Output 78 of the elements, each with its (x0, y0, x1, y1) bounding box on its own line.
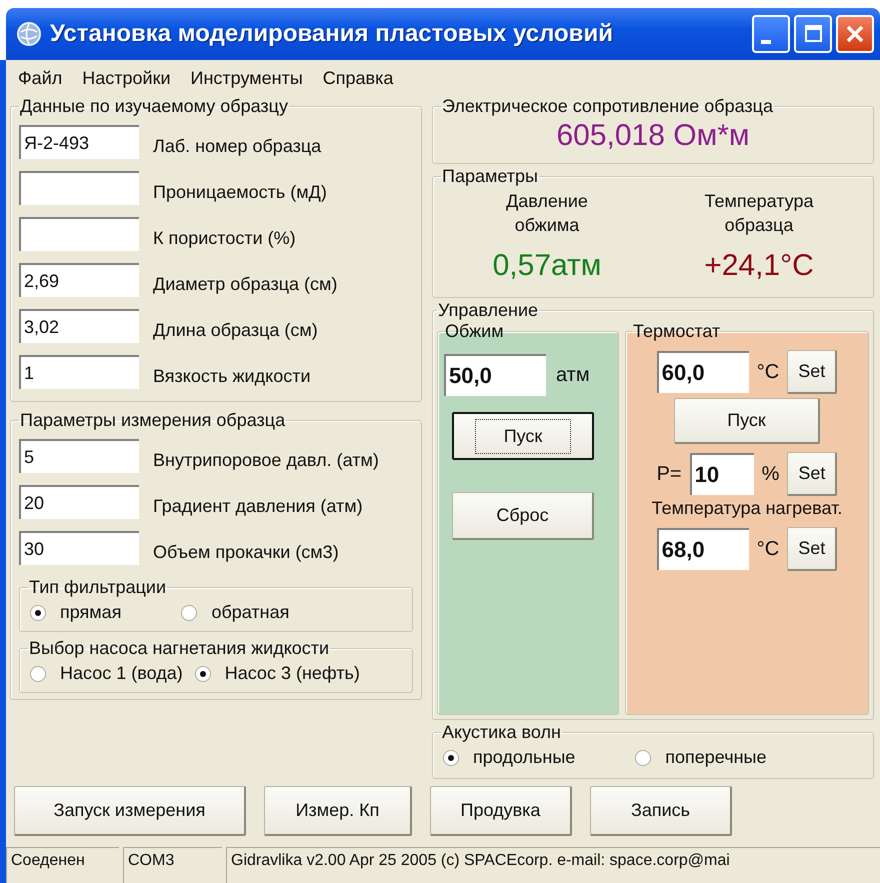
unit-label: °C (756, 360, 780, 384)
group-title: Данные по изучаемому образцу (19, 96, 289, 117)
push-button[interactable]: Измер. Кп (264, 786, 412, 836)
unit-label: °C (756, 538, 780, 560)
start-button[interactable]: Пуск (674, 398, 820, 444)
push-button[interactable]: Пуск (452, 412, 594, 460)
parameter-value: +24,1°C (704, 249, 814, 283)
radio-button[interactable] (30, 604, 46, 620)
menu-item[interactable]: Файл (18, 68, 62, 88)
radio-label: Насос 3 (нефть) (224, 663, 360, 684)
field-label: Вязкость жидкости (153, 364, 310, 386)
input-field[interactable]: 5 (19, 439, 139, 473)
set-button[interactable]: Set (787, 527, 838, 571)
field-label: Диаметр образца (см) (153, 272, 338, 294)
radio-label: обратная (211, 602, 290, 623)
push-button[interactable]: Запись (590, 786, 732, 836)
input-field[interactable]: 60,0 (656, 351, 749, 393)
close-button[interactable] (836, 15, 874, 53)
field-label: Градиент давления (атм) (153, 494, 363, 516)
status-panel: Соеденен (6, 847, 119, 883)
input-field[interactable] (19, 171, 139, 205)
radio-button[interactable] (30, 666, 46, 682)
input-field[interactable]: 3,02 (19, 309, 139, 343)
group-title: Параметры измерения образца (19, 410, 286, 431)
menu-item[interactable]: Настройки (82, 68, 171, 88)
group-title: Акустика волн (441, 722, 562, 743)
input-field[interactable]: 10 (690, 453, 754, 495)
radio-label: продольные (473, 747, 576, 768)
group-title: Выбор насоса нагнетания жидкости (28, 638, 330, 659)
window-title: Установка моделирования пластовых условий (50, 20, 614, 48)
field-label: Проницаемость (мД) (153, 180, 327, 202)
field-label: Внутрипоровое давл. (атм) (153, 448, 379, 470)
input-field[interactable]: 1 (19, 355, 139, 389)
input-field[interactable]: 30 (19, 531, 139, 565)
radio-label: Насос 1 (вода) (60, 663, 183, 684)
menu-item[interactable]: Справка (322, 68, 394, 88)
parameter-value: 0,57атм (492, 249, 602, 283)
field-label: Объем прокачки (см3) (153, 540, 339, 562)
radio-button[interactable] (635, 750, 652, 766)
radio-label: прямая (60, 602, 122, 623)
globe-icon (16, 21, 42, 47)
radio-button[interactable] (443, 750, 459, 766)
maximize-button[interactable] (794, 15, 832, 53)
menu-item[interactable]: Инструменты (190, 68, 303, 88)
input-field[interactable]: 2,69 (19, 263, 139, 297)
push-button[interactable]: Продувка (430, 786, 572, 836)
input-field[interactable]: 50,0 (444, 354, 546, 396)
set-button[interactable]: Set (787, 350, 838, 394)
field-label: К пористости (%) (153, 226, 296, 248)
group-title: Тип фильтрации (28, 577, 168, 598)
resistance-value: 605,018 Ом*м (555, 119, 751, 154)
minimize-button[interactable] (752, 15, 790, 53)
radio-button[interactable] (181, 604, 198, 620)
parameter-label: Давление обжима (505, 190, 589, 238)
set-button[interactable]: Set (787, 452, 838, 496)
radio-button[interactable] (194, 666, 211, 682)
group-title: Обжим (444, 321, 505, 342)
input-field[interactable]: 68,0 (656, 528, 749, 570)
minimize-icon (761, 40, 771, 44)
field-label: P= (656, 462, 682, 486)
push-button[interactable]: Сброс (452, 492, 594, 540)
group-title: Параметры (441, 166, 539, 187)
field-label: Лаб. номер образца (153, 134, 322, 156)
status-panel: COM3 (123, 847, 222, 883)
input-field[interactable] (19, 217, 139, 251)
field-label: Длина образца (см) (153, 318, 318, 340)
radio-label: поперечные (665, 747, 766, 768)
group-title: Электрическое сопротивление образца (441, 96, 774, 117)
unit-label: атм (556, 364, 590, 386)
unit-label: % (762, 462, 780, 486)
push-button[interactable]: Запуск измерения (14, 786, 246, 836)
input-field[interactable]: 20 (19, 485, 139, 519)
parameter-label: Температура образца (703, 190, 815, 238)
field-label: Температура нагреват. (652, 498, 842, 519)
status-panel: Gidravlika v2.00 Apr 25 2005 (c) SPACEcorp. e-mail: space.corp@mai (226, 847, 880, 883)
group-title: Термостат (632, 321, 722, 342)
group-title: Управление (437, 300, 540, 321)
input-field[interactable]: Я-2-493 (19, 125, 139, 159)
